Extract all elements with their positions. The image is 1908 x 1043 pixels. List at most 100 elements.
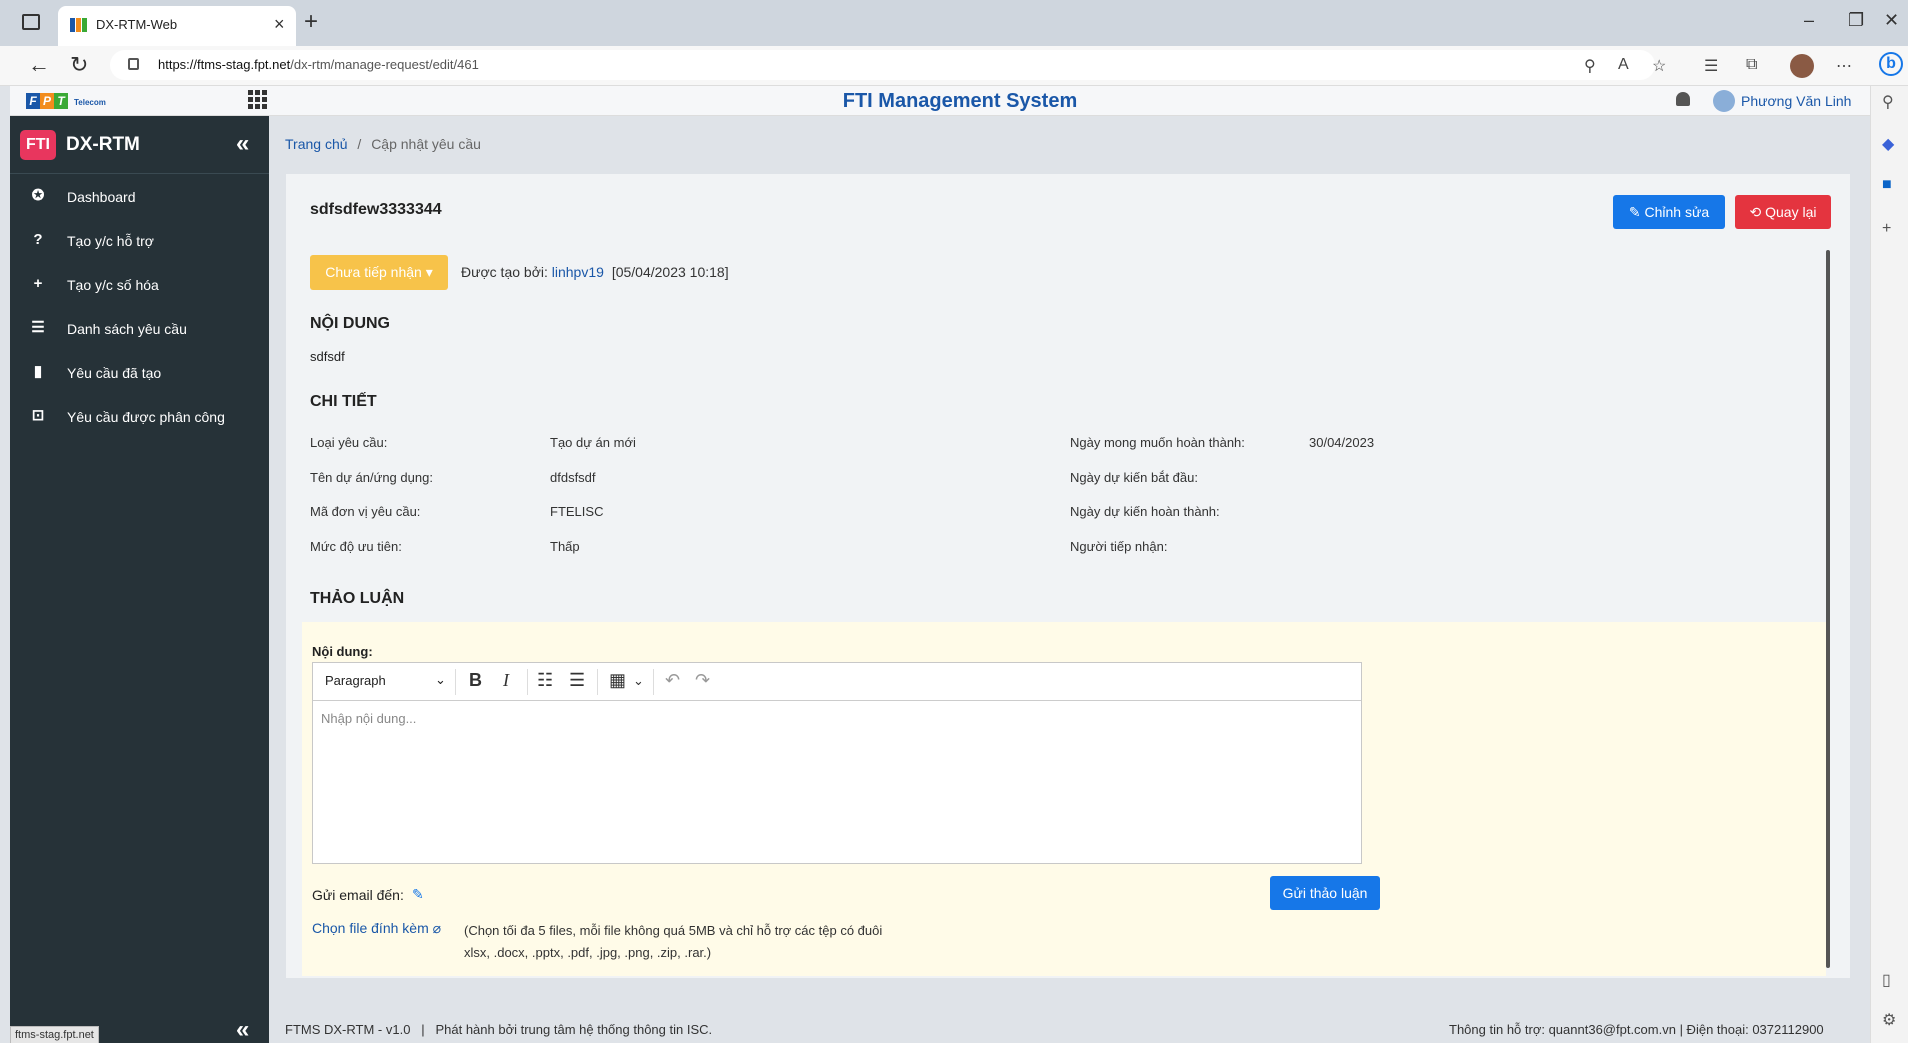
collapse-sidebar-bottom-icon[interactable]: « xyxy=(236,1016,249,1043)
content-heading: NỘI DUNG xyxy=(310,315,390,332)
footer-right: Thông tin hỗ trợ: quannt36@fpt.com.vn | … xyxy=(1449,1022,1824,1037)
key-icon[interactable]: ⚲ xyxy=(1584,56,1596,76)
url-field[interactable]: https://ftms-stag.fpt.net/dx-rtm/manage-… xyxy=(110,50,1655,80)
table-icon[interactable]: ▦ xyxy=(609,670,626,691)
restore-button[interactable]: ❐ xyxy=(1848,10,1864,31)
bold-icon[interactable]: B xyxy=(469,670,482,691)
dashboard-icon: ✪ xyxy=(31,187,45,204)
paragraph-format-select[interactable]: Paragraph xyxy=(325,673,386,688)
tab-title: DX-RTM-Web xyxy=(96,17,178,32)
outlook-icon[interactable]: ■ xyxy=(1882,176,1892,194)
detail-label: Mã đơn vị yêu cầu: xyxy=(310,504,421,519)
favorite-star-icon[interactable]: ☆ xyxy=(1652,56,1666,76)
sidebar-item-created-requests[interactable]: ▮ Yêu cầu đã tạo xyxy=(10,356,269,392)
sidebar-item-create-digitize[interactable]: + Tạo y/c số hóa xyxy=(10,268,269,304)
send-discussion-button[interactable]: Gửi thảo luận xyxy=(1270,876,1380,910)
attach-label: Chọn file đính kèm xyxy=(312,920,429,936)
new-tab-button[interactable]: + xyxy=(304,8,318,36)
browser-tab-bar: DX-RTM-Web × + – ❐ ✕ xyxy=(0,0,1908,46)
settings-gear-icon[interactable]: ⚙ xyxy=(1882,1010,1896,1030)
created-info: Được tạo bởi: linhpv19 [05/04/2023 10:18… xyxy=(461,264,729,280)
back-icon[interactable]: ← xyxy=(28,52,50,78)
bing-icon[interactable]: b xyxy=(1879,52,1903,76)
address-bar: ← ↻ https://ftms-stag.fpt.net/dx-rtm/man… xyxy=(0,46,1908,86)
sidebar-item-label: Tạo y/c số hóa xyxy=(67,277,159,293)
clipboard-icon: ▮ xyxy=(33,363,43,380)
url-host: https://ftms-stag.fpt.net xyxy=(158,57,291,72)
add-app-icon[interactable]: + xyxy=(1882,220,1891,238)
detail-label: Tên dự án/ứng dụng: xyxy=(310,470,433,485)
user-name[interactable]: Phương Văn Linh xyxy=(1741,93,1851,109)
url-path: /dx-rtm/manage-request/edit/461 xyxy=(290,57,479,72)
lock-icon[interactable] xyxy=(128,58,139,70)
sidebar-title: DX-RTM xyxy=(66,134,140,155)
reload-icon[interactable]: ↻ xyxy=(70,52,88,78)
bullet-list-icon[interactable]: ☷ xyxy=(537,670,553,691)
edit-button-label: Chỉnh sửa xyxy=(1644,204,1710,220)
favorites-list-icon[interactable]: ☰ xyxy=(1704,56,1718,76)
toolbar-divider xyxy=(597,669,598,695)
sidebar-item-dashboard[interactable]: ✪ Dashboard xyxy=(10,180,269,216)
sidebar-item-label: Danh sách yêu cầu xyxy=(67,321,187,337)
discussion-heading: THẢO LUẬN xyxy=(310,590,405,607)
created-by-user[interactable]: linhpv19 xyxy=(552,264,604,280)
redo-icon[interactable]: ↷ xyxy=(695,670,710,691)
content-text: sdfsdf xyxy=(310,349,345,364)
attachment-note: (Chọn tối đa 5 files, mỗi file không quá… xyxy=(464,923,883,960)
scrollbar[interactable] xyxy=(1826,250,1830,968)
back-button-label: Quay lại xyxy=(1765,204,1817,220)
edit-button[interactable]: ✎ Chỉnh sửa xyxy=(1613,195,1725,229)
numbered-list-icon[interactable]: ☰ xyxy=(569,670,585,691)
detail-label: Ngày dự kiến bắt đầu: xyxy=(1070,470,1198,485)
browser-tab[interactable]: DX-RTM-Web × xyxy=(58,6,296,46)
profile-avatar-icon[interactable] xyxy=(1790,54,1814,78)
detail-label: Loại yêu cầu: xyxy=(310,435,388,450)
sidebar: FTI DX-RTM « ✪ Dashboard ? Tạo y/c hỗ tr… xyxy=(10,116,269,1043)
app-header: FPT Telecom FTI Management System Phương… xyxy=(10,86,1870,116)
sidebar-panel-icon[interactable]: ▯ xyxy=(1882,970,1891,990)
close-tab-icon[interactable]: × xyxy=(274,14,285,35)
more-menu-icon[interactable]: ⋯ xyxy=(1836,56,1852,76)
read-aloud-icon[interactable]: A xyxy=(1618,56,1629,74)
sidebar-item-request-list[interactable]: ☰ Danh sách yêu cầu xyxy=(10,312,269,348)
notification-bell-icon[interactable] xyxy=(1676,92,1690,106)
plus-icon: + xyxy=(33,275,43,292)
undo-icon[interactable]: ↶ xyxy=(665,670,680,691)
detail-label: Người tiếp nhận: xyxy=(1070,539,1168,554)
detail-value: dfdsfsdf xyxy=(550,470,596,485)
minimize-button[interactable]: – xyxy=(1804,10,1814,31)
detail-value: 30/04/2023 xyxy=(1309,435,1375,450)
rich-text-editor[interactable]: Paragraph ⌄ B I ☷ ☰ ▦ ⌄ ↶ ↷ Nhập nội dun… xyxy=(312,662,1362,864)
toolbar-divider xyxy=(653,669,654,695)
undo-icon: ⟲ xyxy=(1749,204,1762,220)
url-text: https://ftms-stag.fpt.net/dx-rtm/manage-… xyxy=(158,57,479,72)
close-window-button[interactable]: ✕ xyxy=(1884,10,1899,31)
breadcrumb-home[interactable]: Trang chủ xyxy=(285,136,348,152)
edge-sidebar: b ⚲ ◆ ■ + ▯ ⚙ xyxy=(1870,52,1908,1043)
breadcrumb-current: Cập nhật yêu cầu xyxy=(371,136,481,152)
office-icon[interactable]: ◆ xyxy=(1882,134,1894,154)
chevron-down-icon[interactable]: ⌄ xyxy=(435,672,446,688)
collections-icon[interactable]: ⧉ xyxy=(1746,56,1757,74)
edit-email-pencil-icon[interactable]: ✎ xyxy=(412,886,424,903)
created-at: [05/04/2023 10:18] xyxy=(611,264,729,280)
status-dropdown[interactable]: Chưa tiếp nhận ▾ xyxy=(310,255,448,290)
choose-attachment-link[interactable]: Chọn file đính kèm ⌀ xyxy=(312,920,441,937)
sidebar-item-create-support[interactable]: ? Tạo y/c hỗ trợ xyxy=(10,224,269,260)
back-button[interactable]: ⟲ Quay lại xyxy=(1735,195,1831,229)
assign-icon: ⊡ xyxy=(31,407,45,424)
discussion-panel: Nội dung: Paragraph ⌄ B I ☷ ☰ ▦ ⌄ ↶ ↷ Nh… xyxy=(302,622,1826,976)
created-by-label: Được tạo bởi: xyxy=(461,264,548,280)
collapse-sidebar-icon[interactable]: « xyxy=(236,130,249,158)
detail-value: Thấp xyxy=(550,539,580,554)
editor-toolbar: Paragraph ⌄ B I ☷ ☰ ▦ ⌄ ↶ ↷ xyxy=(313,663,1361,701)
status-url: ftms-stag.fpt.net xyxy=(10,1026,99,1043)
italic-icon[interactable]: I xyxy=(503,670,509,691)
table-chevron-icon[interactable]: ⌄ xyxy=(633,673,644,689)
detail-label: Ngày mong muốn hoàn thành: xyxy=(1070,435,1245,450)
user-avatar-icon[interactable] xyxy=(1713,90,1735,112)
request-title: sdfsdfew3333344 xyxy=(310,201,442,218)
status-label: Chưa tiếp nhận xyxy=(325,264,422,280)
tab-actions-icon[interactable] xyxy=(22,14,40,30)
sidebar-item-assigned-requests[interactable]: ⊡ Yêu cầu được phân công xyxy=(10,400,269,436)
